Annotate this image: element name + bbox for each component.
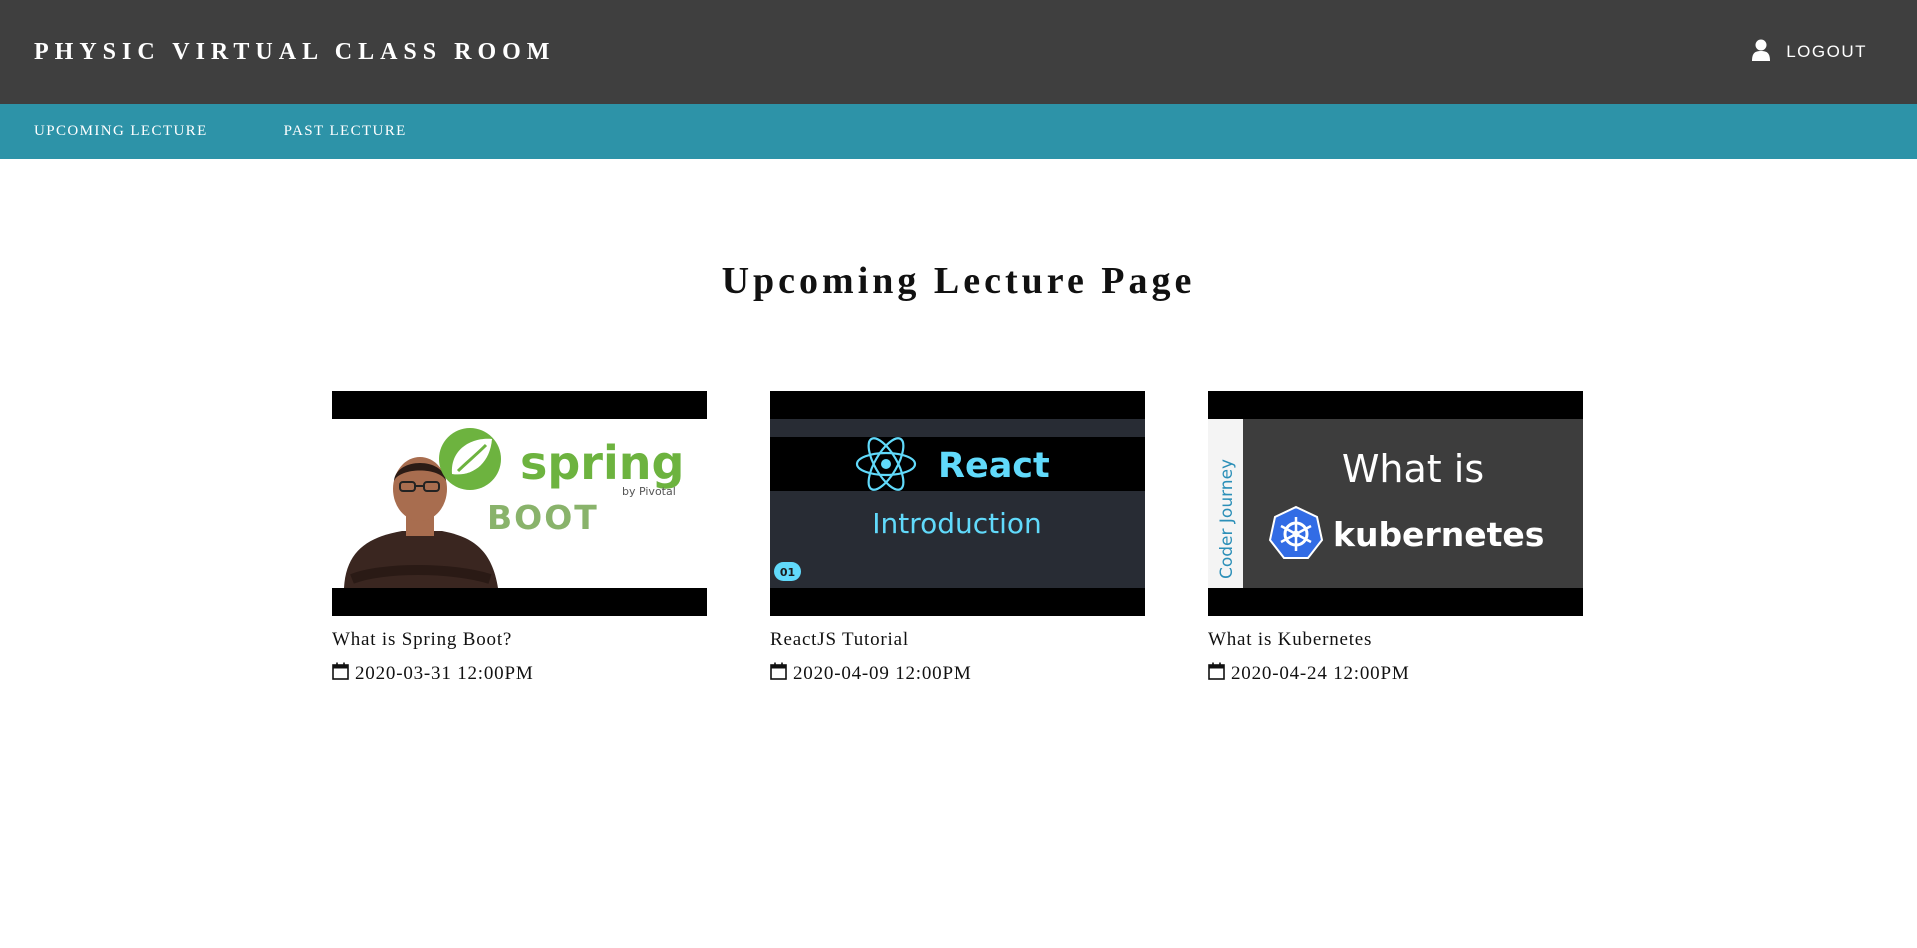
lecture-thumbnail[interactable]: React Introduction 01 — [770, 391, 1145, 616]
spring-logo — [439, 428, 501, 490]
calendar-icon — [332, 662, 349, 686]
logout-button[interactable]: LOGOUT — [1752, 39, 1867, 66]
calendar-icon — [1208, 662, 1225, 686]
coder-journey-logo: Coder Journey — [1217, 459, 1237, 579]
lecture-date: 2020-04-24 12:00PM — [1231, 663, 1410, 684]
lecture-title[interactable]: What is Kubernetes — [1208, 629, 1583, 651]
page-title: Upcoming Lecture Page — [721, 260, 1196, 302]
nav-past-lecture[interactable]: PAST LECTURE — [284, 123, 407, 140]
site-brand: PHYSIC VIRTUAL CLASS ROOM — [34, 38, 556, 65]
lecture-date-row: 2020-04-09 12:00PM — [770, 662, 1145, 686]
lecture-list: spring BOOT by Pivotal What is Spring Bo… — [332, 391, 1917, 686]
coder-journey-text: Coder Journey — [1217, 459, 1237, 579]
lecture-title[interactable]: ReactJS Tutorial — [770, 629, 1145, 651]
pivotal-text: by Pivotal — [622, 485, 676, 498]
logout-label: LOGOUT — [1786, 42, 1867, 61]
react-brand: React — [938, 446, 1050, 486]
main-nav: UPCOMING LECTURE PAST LECTURE — [0, 104, 1917, 159]
top-bar: PHYSIC VIRTUAL CLASS ROOM LOGOUT — [0, 0, 1917, 104]
lecture-title[interactable]: What is Spring Boot? — [332, 629, 707, 651]
boot-text: BOOT — [487, 498, 599, 537]
lecture-date: 2020-03-31 12:00PM — [355, 663, 534, 684]
lecture-thumbnail[interactable]: Coder Journey What is kubernetes — [1208, 391, 1583, 616]
spring-brand: spring — [520, 436, 684, 490]
calendar-icon — [770, 662, 787, 686]
episode-badge: 01 — [780, 566, 795, 579]
kubernetes-logo-icon — [1268, 505, 1324, 559]
k8s-brand: kubernetes — [1333, 515, 1544, 554]
lecture-date-row: 2020-03-31 12:00PM — [332, 662, 707, 686]
lecture-card[interactable]: Coder Journey What is kubernetes What is… — [1208, 391, 1583, 686]
react-intro: Introduction — [872, 507, 1042, 540]
lecture-card[interactable]: React Introduction 01 ReactJS Tutorial 2… — [770, 391, 1145, 686]
lecture-card[interactable]: spring BOOT by Pivotal What is Spring Bo… — [332, 391, 707, 686]
k8s-what-is: What is — [1342, 447, 1484, 491]
user-icon — [1752, 39, 1771, 66]
nav-upcoming-lecture[interactable]: UPCOMING LECTURE — [34, 123, 208, 140]
lecture-date-row: 2020-04-24 12:00PM — [1208, 662, 1583, 686]
lecture-date: 2020-04-09 12:00PM — [793, 663, 972, 684]
lecture-thumbnail[interactable]: spring BOOT by Pivotal — [332, 391, 707, 616]
